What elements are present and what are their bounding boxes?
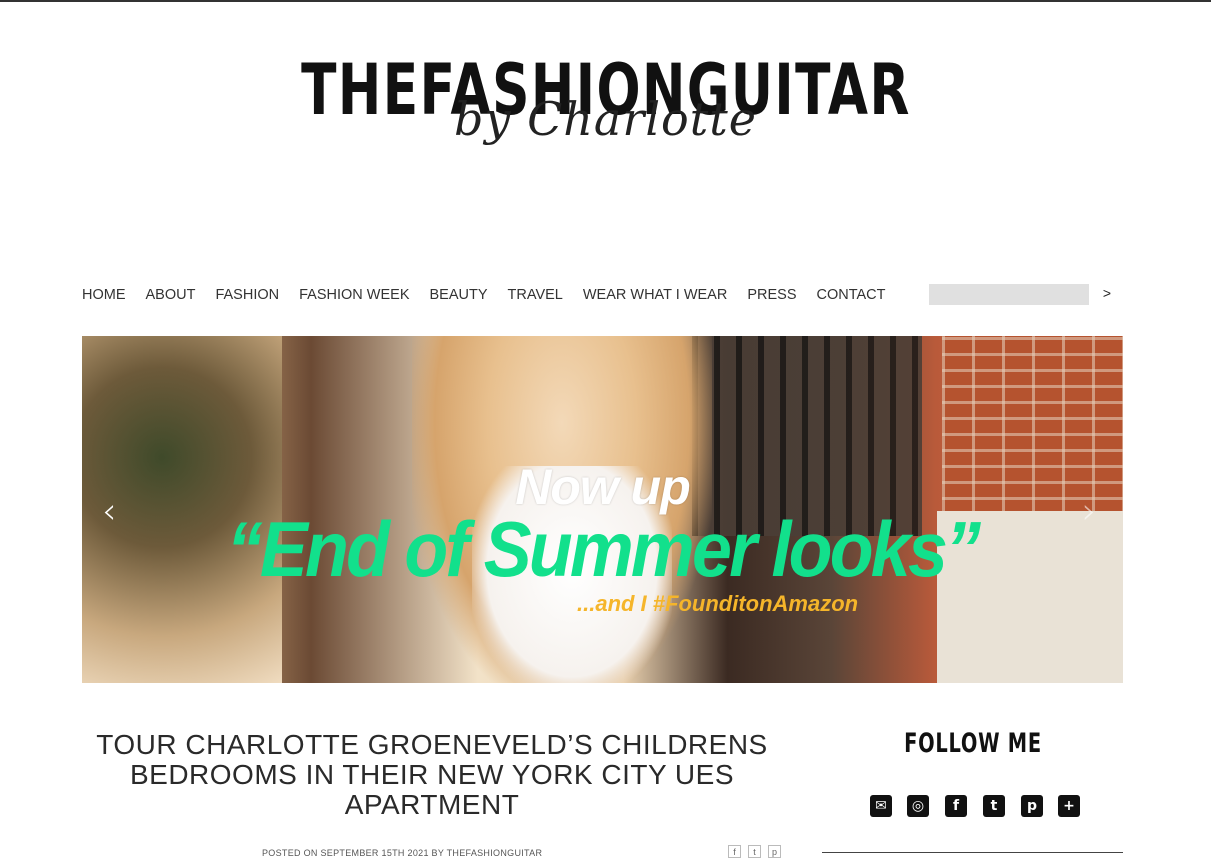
share-facebook-icon[interactable]: f — [728, 845, 741, 858]
sidebar-divider — [822, 852, 1123, 853]
search-submit-button[interactable]: > — [1099, 283, 1115, 303]
nav-item-contact[interactable]: CONTACT — [817, 285, 886, 305]
slider-prev-icon[interactable]: ‹ — [102, 491, 116, 532]
nav-item-home[interactable]: HOME — [82, 285, 126, 305]
top-border — [0, 0, 1211, 2]
post-meta: POSTED ON SEPTEMBER 15TH 2021 BY THEFASH… — [262, 848, 543, 858]
logo-subtitle: by Charlotte — [454, 92, 757, 146]
twitter-icon[interactable]: t — [983, 795, 1005, 817]
nav-item-about[interactable]: ABOUT — [146, 285, 196, 305]
hero-slider[interactable]: Now up “End of Summer looks” ...and I #F… — [82, 336, 1123, 683]
nav-item-fashion-week[interactable]: FASHION WEEK — [299, 285, 409, 305]
slider-next-icon[interactable]: › — [1082, 491, 1096, 532]
share-tumblr-icon[interactable]: t — [748, 845, 761, 858]
share-pinterest-icon[interactable]: p — [768, 845, 781, 858]
main-nav: HOME ABOUT FASHION FASHION WEEK BEAUTY T… — [82, 285, 906, 305]
search-input[interactable] — [929, 284, 1089, 305]
nav-item-press[interactable]: PRESS — [747, 285, 796, 305]
instagram-icon[interactable]: ◎ — [907, 795, 929, 817]
hero-tagline: ...and I #FounditonAmazon — [577, 591, 859, 616]
pinterest-icon[interactable]: p — [1021, 795, 1043, 817]
follow-me-heading: FOLLOW ME — [904, 728, 1042, 759]
post-title[interactable]: TOUR CHARLOTTE GROENEVELD’S CHILDRENS BE… — [82, 730, 782, 820]
hero-title: “End of Summer looks” — [226, 505, 981, 593]
nav-item-beauty[interactable]: BEAUTY — [430, 285, 488, 305]
facebook-icon[interactable]: f — [945, 795, 967, 817]
plus-icon[interactable]: + — [1058, 795, 1080, 817]
nav-item-fashion[interactable]: FASHION — [215, 285, 279, 305]
nav-item-travel[interactable]: TRAVEL — [508, 285, 563, 305]
nav-item-wear-what-i-wear[interactable]: WEAR WHAT I WEAR — [583, 285, 727, 305]
email-icon[interactable]: ✉ — [870, 795, 892, 817]
